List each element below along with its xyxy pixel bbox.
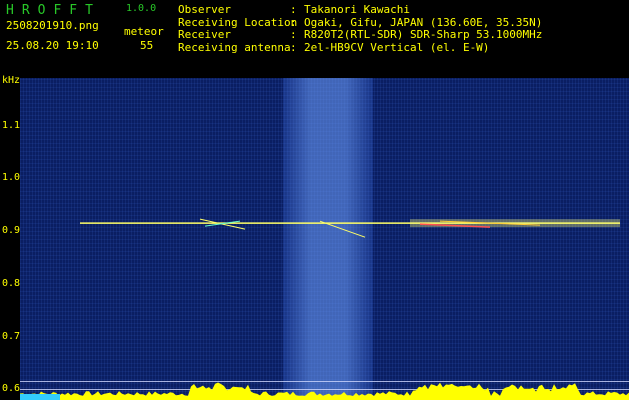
info-value: R820T2(RTL-SDR) SDR-Sharp 53.1000MHz (304, 28, 543, 41)
info-separator: : (290, 15, 297, 29)
datetime: 25.08.20 19:10 (6, 39, 99, 52)
info-separator: : (290, 28, 297, 41)
y-tick-label: 1.1 (2, 119, 21, 131)
meteor-count: 55 (140, 39, 154, 52)
header-panel: HROFFT 1.0.0 2508201910.png meteor 25.08… (0, 0, 629, 72)
info-separator: : (290, 40, 297, 54)
power-baseline (20, 382, 629, 400)
y-tick-label: 0.9 (2, 225, 21, 237)
info-value: Takanori Kawachi (304, 3, 410, 16)
info-separator: : (290, 3, 297, 16)
y-tick-label: 0.6 (2, 383, 21, 395)
spectrogram-overlay (20, 218, 629, 400)
file-name: 2508201910.png (6, 19, 99, 32)
info-label: Receiving antenna (178, 40, 291, 54)
info-value: Ogaki, Gifu, JAPAN (136.60E, 35.35N) (304, 15, 543, 29)
y-tick-label: 0.8 (2, 277, 21, 289)
y-axis-unit: kHz (2, 75, 21, 86)
baseline-start-segment (20, 394, 60, 400)
info-value: 2el-HB9CV Vertical (el. E-W) (304, 40, 490, 54)
app-title: HROFFT (6, 3, 101, 18)
spectrogram-plot (20, 78, 629, 400)
app-version: 1.0.0 (126, 3, 157, 14)
meteor-label: meteor (124, 25, 164, 38)
info-label: Receiving Location (178, 15, 298, 29)
info-antenna: Receiving antenna: 2el-HB9CV Vertical (el… (178, 40, 542, 55)
info-label: Receiver (178, 28, 231, 41)
station-info: Observer: Takanori Kawachi Receiving Loca… (178, 4, 542, 54)
meteor-echo-cluster (410, 219, 620, 228)
y-tick-label: 0.7 (2, 330, 21, 342)
y-tick-label: 1.0 (2, 172, 21, 184)
info-label: Observer (178, 3, 231, 16)
